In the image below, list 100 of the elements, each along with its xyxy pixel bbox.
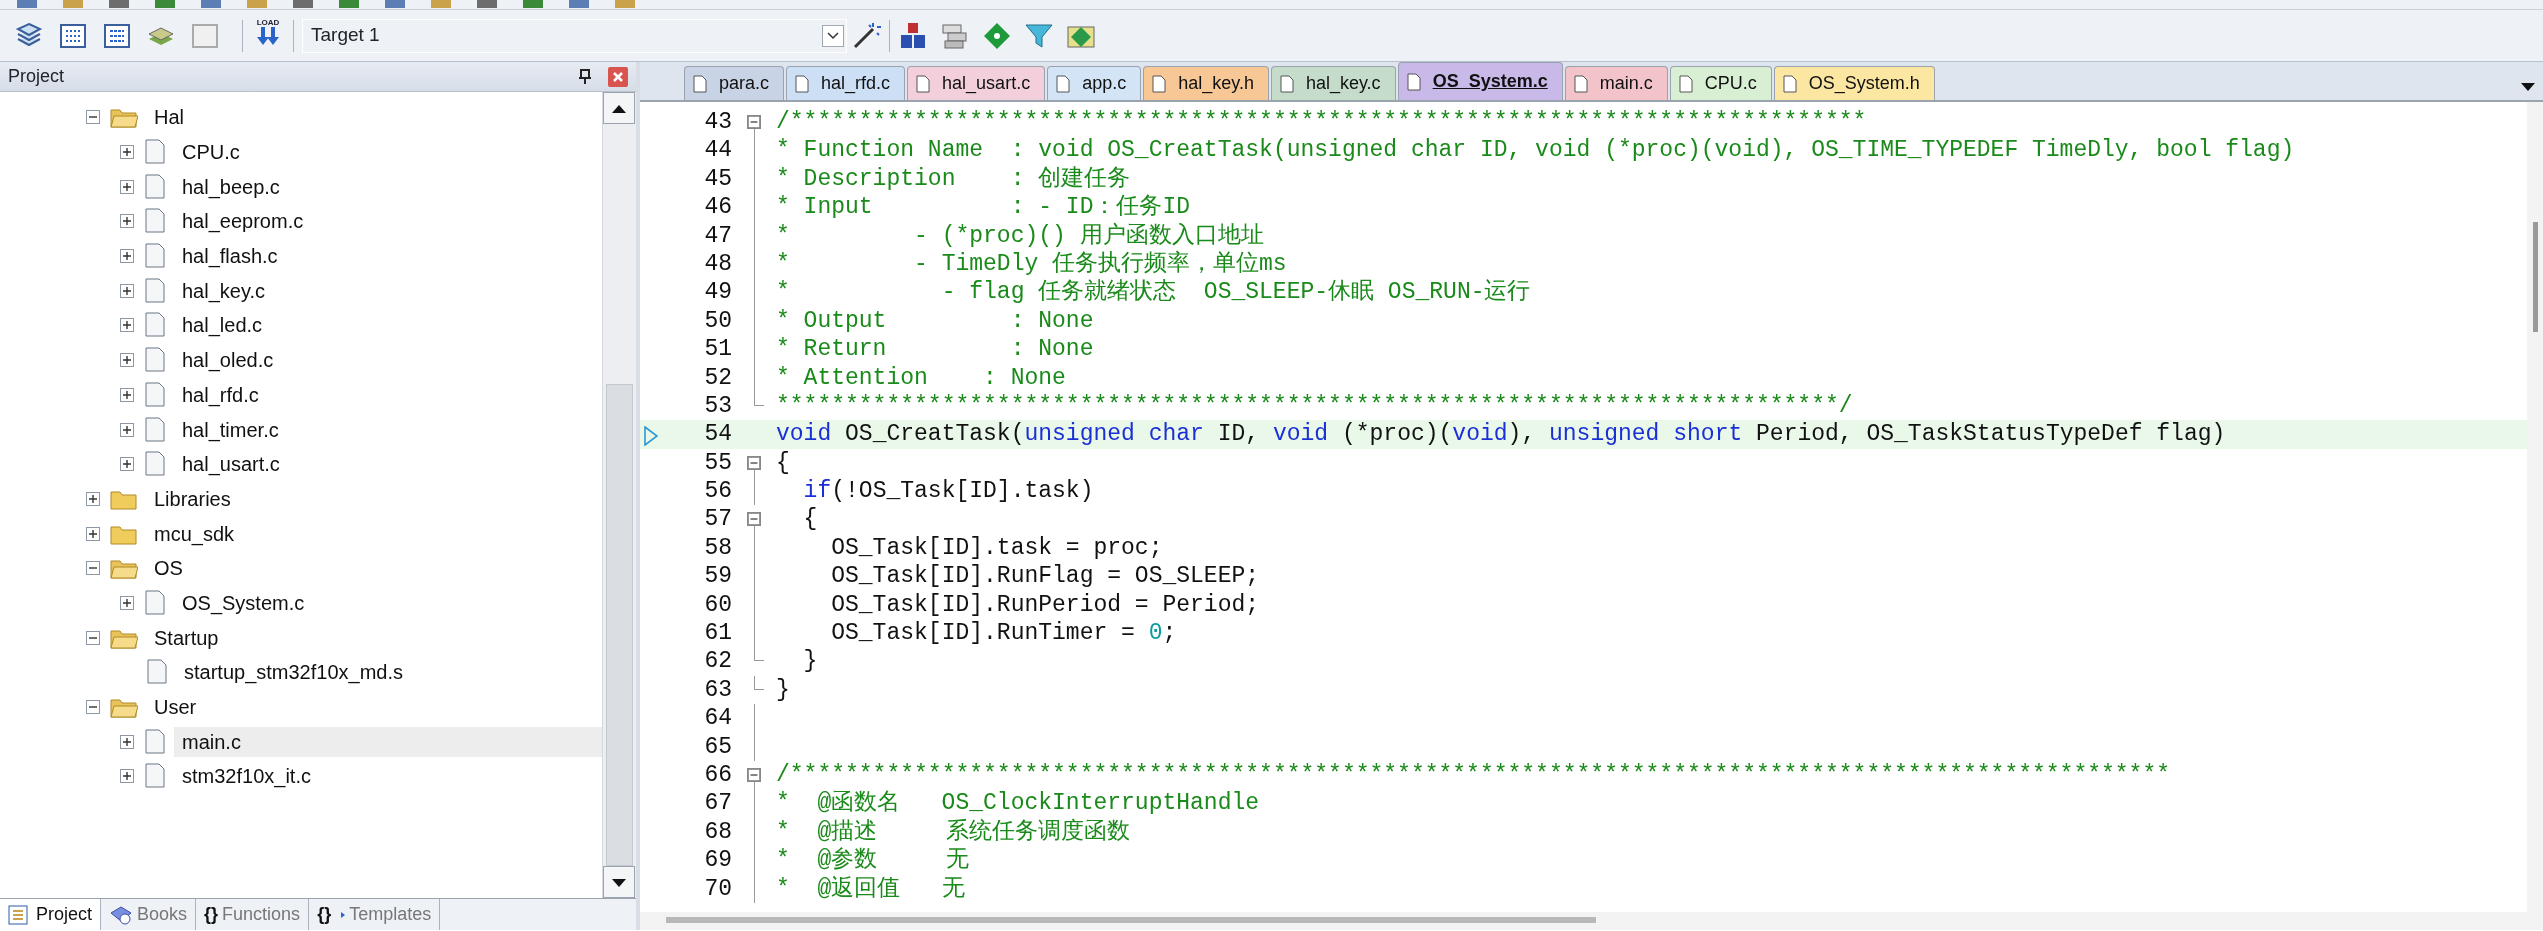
- toolbar-icon[interactable]: [522, 0, 544, 9]
- code-line: {: [802, 505, 818, 534]
- code-line: * - flag 任务就绪状态 OS_SLEEP-休眠 OS_RUN-运行: [776, 278, 1531, 307]
- tree-item[interactable]: hal_key.c: [174, 275, 273, 306]
- line-number: 53: [703, 391, 732, 421]
- tree-item[interactable]: User: [146, 692, 205, 723]
- file-tab[interactable]: hal_key.h: [1143, 66, 1269, 100]
- wand-icon[interactable]: [851, 20, 881, 51]
- code-line: }: [776, 675, 790, 705]
- tree-item[interactable]: hal_oled.c: [174, 345, 282, 376]
- expander-icon[interactable]: [120, 145, 134, 160]
- file-tab[interactable]: hal_usart.c: [907, 66, 1046, 100]
- fold-icon[interactable]: [747, 768, 761, 782]
- fold-icon[interactable]: [747, 512, 761, 527]
- expander-icon[interactable]: [120, 179, 134, 194]
- expander-icon[interactable]: [120, 387, 134, 402]
- file-tab[interactable]: CPU.c: [1669, 66, 1772, 100]
- toolbar-icon[interactable]: [568, 0, 590, 9]
- panel-tab[interactable]: Books: [101, 899, 197, 930]
- tree-item[interactable]: hal_timer.c: [174, 414, 287, 445]
- expander-icon[interactable]: [120, 769, 134, 784]
- line-number: 54: [703, 420, 732, 449]
- blocks-icon[interactable]: [898, 20, 928, 51]
- expander-icon[interactable]: [120, 214, 134, 229]
- expander-icon[interactable]: [120, 734, 134, 749]
- tree-item[interactable]: hal_beep.c: [174, 171, 288, 202]
- tree-item[interactable]: OS_System.c: [174, 587, 313, 618]
- toolbar-icon[interactable]: [292, 0, 314, 9]
- expander-icon[interactable]: [120, 457, 134, 472]
- expander-icon[interactable]: [120, 318, 134, 333]
- diamond-icon[interactable]: [982, 20, 1012, 51]
- scroll-up-button[interactable]: [603, 92, 635, 124]
- dropdown-icon[interactable]: [2521, 82, 2535, 92]
- expander-icon[interactable]: [86, 110, 100, 125]
- file-icon: [144, 139, 166, 166]
- file-icon: [144, 243, 166, 270]
- toolbar-icon[interactable]: [476, 0, 498, 9]
- file-icon: [146, 659, 168, 686]
- code-line: * Return : None: [776, 335, 1094, 364]
- file-icon: [144, 763, 166, 790]
- tree-item[interactable]: hal_usart.c: [174, 449, 288, 480]
- expander-icon[interactable]: [86, 700, 100, 715]
- toolbar-icon[interactable]: [200, 0, 222, 9]
- fold-icon[interactable]: [747, 115, 761, 129]
- down-arrow-icon: [612, 878, 626, 887]
- close-icon[interactable]: [608, 66, 628, 87]
- line-number: 66: [703, 761, 732, 790]
- file-icon: [144, 347, 166, 374]
- tree-item[interactable]: Libraries: [146, 483, 239, 514]
- expander-icon[interactable]: [86, 491, 100, 506]
- scrollbar-thumb[interactable]: [606, 384, 633, 866]
- load-button[interactable]: LOAD: [251, 18, 285, 53]
- scrollbar[interactable]: [2527, 102, 2543, 912]
- tree-item[interactable]: hal_led.c: [174, 310, 271, 341]
- tree-item[interactable]: hal_rfd.c: [174, 379, 267, 410]
- expander-icon[interactable]: [120, 249, 134, 264]
- pin-icon[interactable]: [578, 68, 592, 85]
- file-icon: [1152, 74, 1167, 93]
- file-tab[interactable]: hal_rfd.c: [786, 66, 906, 100]
- tree-item[interactable]: main.c: [174, 726, 602, 757]
- expander-icon[interactable]: [86, 561, 100, 576]
- scrollbar-thumb[interactable]: [666, 917, 1596, 923]
- toolbar-icon[interactable]: [384, 0, 406, 9]
- file-icon: [1678, 74, 1693, 93]
- tree-item[interactable]: stm32f10x_it.c: [174, 761, 319, 792]
- tree-item[interactable]: OS: [146, 553, 191, 584]
- file-tab[interactable]: main.c: [1564, 66, 1668, 100]
- tree-item[interactable]: CPU.c: [174, 137, 248, 168]
- code-line: * - TimeDly 任务执行频率，单位ms: [776, 249, 1287, 279]
- file-tab[interactable]: OS_System.h: [1773, 66, 1935, 100]
- target-dropdown[interactable]: Target 1: [302, 18, 847, 53]
- scroll-down-button[interactable]: [603, 866, 635, 898]
- file-tab[interactable]: OS_System.c: [1397, 62, 1563, 100]
- tree-item[interactable]: Startup: [146, 622, 227, 653]
- panel-tab[interactable]: {} Templates: [309, 899, 441, 930]
- line-number: 58: [703, 533, 732, 563]
- file-icon: [1279, 74, 1294, 93]
- expander-icon[interactable]: [120, 595, 134, 610]
- file-tab[interactable]: hal_key.c: [1270, 66, 1396, 100]
- panel-tab[interactable]: Project: [0, 899, 102, 930]
- tree-item[interactable]: hal_eeprom.c: [174, 206, 312, 237]
- tree-item[interactable]: Hal: [146, 102, 192, 133]
- fold-icon[interactable]: [747, 455, 761, 470]
- expander-icon[interactable]: [120, 283, 134, 298]
- toolbar-icon[interactable]: [16, 0, 38, 9]
- expander-icon[interactable]: [86, 526, 100, 541]
- toolbar-icon[interactable]: [108, 0, 130, 9]
- toolbar-icon[interactable]: [154, 0, 176, 9]
- file-tab[interactable]: para.c: [684, 66, 785, 100]
- panel-tab[interactable]: {} Functions: [196, 899, 310, 930]
- tree-item[interactable]: startup_stm32f10x_md.s: [176, 657, 411, 688]
- toolbar-icon[interactable]: [338, 0, 360, 9]
- tree-item[interactable]: mcu_sdk: [146, 518, 243, 549]
- line-number: 51: [703, 335, 732, 364]
- expander-icon[interactable]: [120, 422, 134, 437]
- file-tab[interactable]: app.c: [1047, 66, 1142, 100]
- expander-icon[interactable]: [120, 353, 134, 368]
- expander-icon[interactable]: [86, 630, 100, 645]
- tree-item[interactable]: hal_flash.c: [174, 241, 286, 272]
- line-number: 49: [703, 278, 732, 307]
